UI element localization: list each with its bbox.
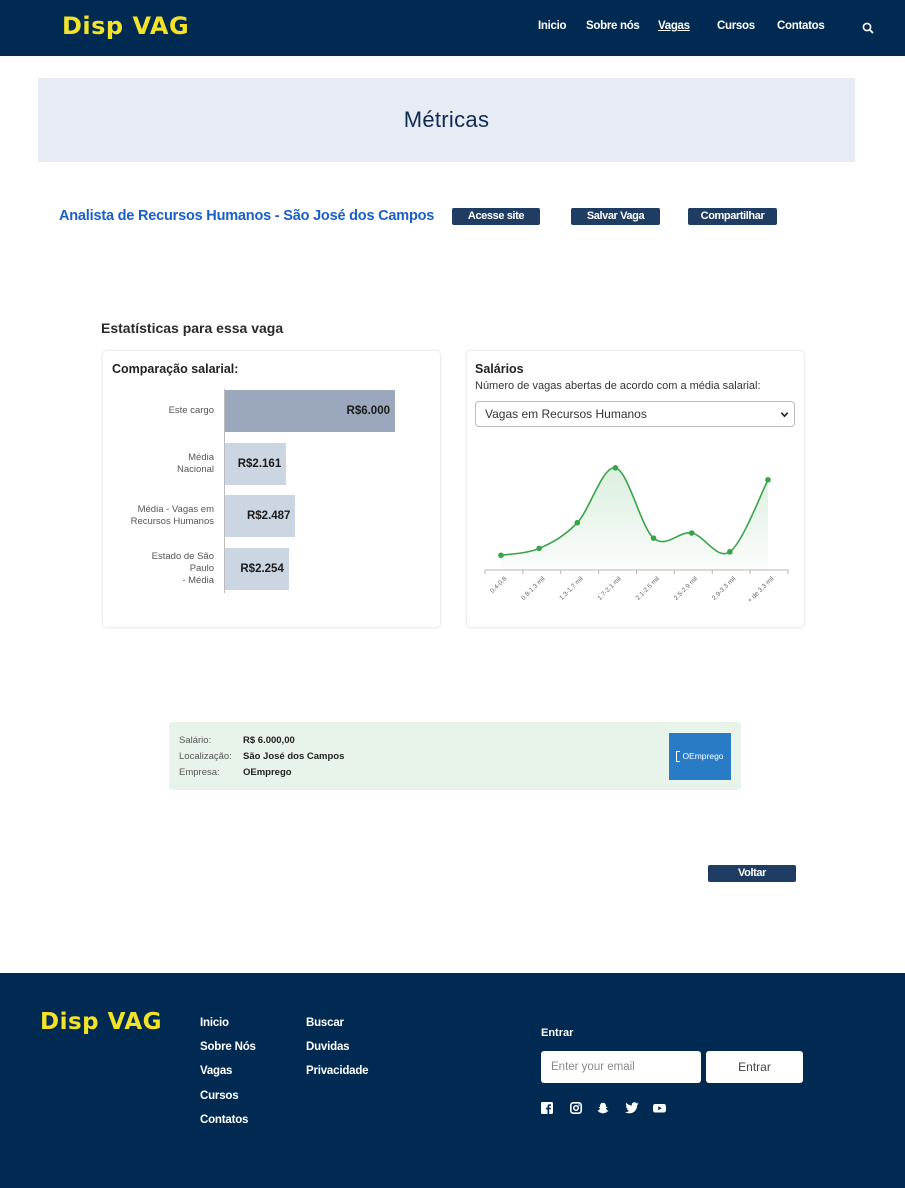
facebook-icon[interactable] xyxy=(541,1102,553,1114)
company-logo[interactable]: OEmprego xyxy=(669,733,731,780)
bar-category-label-line: Média xyxy=(188,451,214,463)
data-point xyxy=(498,552,504,559)
metrics-banner: Métricas xyxy=(38,78,855,162)
nav-sobre-nos[interactable]: Sobre nós xyxy=(586,20,640,32)
x-tick-label: 0.8-1.3 mil xyxy=(520,575,547,602)
footer-link-contatos[interactable]: Contatos xyxy=(200,1114,248,1126)
footer-link-vagas[interactable]: Vagas xyxy=(200,1065,232,1077)
bar-value-label: R$2.254 xyxy=(240,562,284,575)
back-button[interactable]: Voltar xyxy=(708,865,796,882)
bar-category-label-line: Estado de São xyxy=(151,550,214,562)
nav-vagas[interactable]: Vagas xyxy=(658,20,690,32)
select-value: Vagas em Recursos Humanos xyxy=(485,407,647,421)
bar-value-label: R$2.487 xyxy=(246,510,291,522)
nav-inicio[interactable]: Inicio xyxy=(538,20,567,32)
x-tick-label: 1.3-1.7 mil xyxy=(558,575,585,602)
login-button[interactable]: Entrar xyxy=(706,1051,803,1083)
footer-logo[interactable]: Disp VAG xyxy=(40,1009,162,1035)
top-header: Disp VAG Inicio Sobre nós Vagas Cursos C… xyxy=(0,0,905,56)
data-point xyxy=(765,477,771,483)
bar-category-label-line: Recursos Humanos xyxy=(130,516,214,527)
data-point xyxy=(727,549,733,555)
salary-label: Salário: xyxy=(179,735,212,746)
stats-title: Estatísticas para essa vaga xyxy=(101,320,284,336)
data-point xyxy=(574,519,581,526)
login-label: Entrar xyxy=(541,1027,574,1039)
chevron-down-icon xyxy=(780,412,789,418)
main-nav: Inicio Sobre nós Vagas Cursos Contatos xyxy=(0,20,905,36)
search-icon[interactable] xyxy=(862,22,874,34)
salary-value: R$ 6.000,00 xyxy=(243,735,295,746)
company-logo-mark xyxy=(676,751,681,763)
data-point xyxy=(688,530,695,536)
location-value: São José dos Campos xyxy=(243,751,345,762)
twitter-icon[interactable] xyxy=(625,1102,639,1114)
bar-category-label-line: Média - Vagas em xyxy=(137,504,214,515)
nav-cursos[interactable]: Cursos xyxy=(717,20,755,32)
bar-category-label: Média Nacional xyxy=(104,452,214,476)
bar-value-label: R$2.161 xyxy=(237,457,282,470)
data-point xyxy=(612,465,619,471)
email-field[interactable] xyxy=(541,1051,701,1083)
instagram-icon[interactable] xyxy=(570,1102,582,1114)
bar-category-label-line: Nacional xyxy=(177,463,214,475)
bar-category-label: Média - Vagas em Recursos Humanos xyxy=(104,504,214,528)
footer-link-duvidas[interactable]: Duvidas xyxy=(306,1041,350,1053)
comparison-heading: Comparação salarial: xyxy=(112,362,239,376)
footer-link-cursos[interactable]: Cursos xyxy=(200,1090,239,1102)
x-tick-label: 0.4-0.8 xyxy=(489,575,509,595)
salaries-heading: Salários xyxy=(475,362,524,376)
footer-link-sobre-nos[interactable]: Sobre Nós xyxy=(200,1041,256,1053)
bar-category-label-line: Este cargo xyxy=(168,405,214,416)
x-tick-label: 1.7-2.1 mil xyxy=(596,575,623,602)
job-title-link[interactable]: Analista de Recursos Humanos - São José … xyxy=(59,208,434,224)
footer-link-inicio[interactable]: Inicio xyxy=(200,1017,229,1029)
company-value: OEmprego xyxy=(243,767,292,778)
x-tick-label: 2.5-2.9 mil xyxy=(673,575,700,602)
nav-contatos[interactable]: Contatos xyxy=(777,20,825,32)
save-job-button[interactable]: Salvar Vaga xyxy=(571,208,660,225)
bar-category-label-line: Paulo xyxy=(189,562,214,574)
snapchat-icon[interactable] xyxy=(597,1102,609,1114)
data-point xyxy=(650,535,657,541)
x-tick-label: 2.9-3.3 mil xyxy=(711,575,738,602)
youtube-icon[interactable] xyxy=(653,1102,666,1114)
bar-category-label: Este cargo xyxy=(104,405,214,417)
series-area xyxy=(501,467,768,570)
footer-link-buscar[interactable]: Buscar xyxy=(306,1017,344,1029)
company-label: Empresa: xyxy=(179,767,220,778)
data-point xyxy=(536,545,542,552)
company-logo-text: OEmprego xyxy=(682,751,724,761)
x-tick-label: 2.1-2.5 mil xyxy=(635,575,662,602)
job-category-select[interactable]: Vagas em Recursos Humanos xyxy=(475,401,795,427)
footer-link-privacidade[interactable]: Privacidade xyxy=(306,1065,369,1077)
x-tick-label: + de 3.3 mil xyxy=(747,575,776,604)
salaries-line-chart: 0.4-0.8 0.8-1.3 mil 1.3-1.7 mil 1.7-2.1 mil… xyxy=(484,465,789,604)
bar-value-label: R$6.000 xyxy=(346,405,390,417)
visit-site-button[interactable]: Acesse site xyxy=(452,208,540,225)
salaries-subtitle: Número de vagas abertas de acordo com a … xyxy=(475,380,761,392)
page-title: Métricas xyxy=(403,107,490,132)
share-button[interactable]: Compartilhar xyxy=(688,208,777,225)
location-label: Localização: xyxy=(179,751,232,762)
bar-category-label: Estado de São Paulo - Média xyxy=(104,551,214,587)
bar-category-label-line: - Média xyxy=(182,574,214,586)
